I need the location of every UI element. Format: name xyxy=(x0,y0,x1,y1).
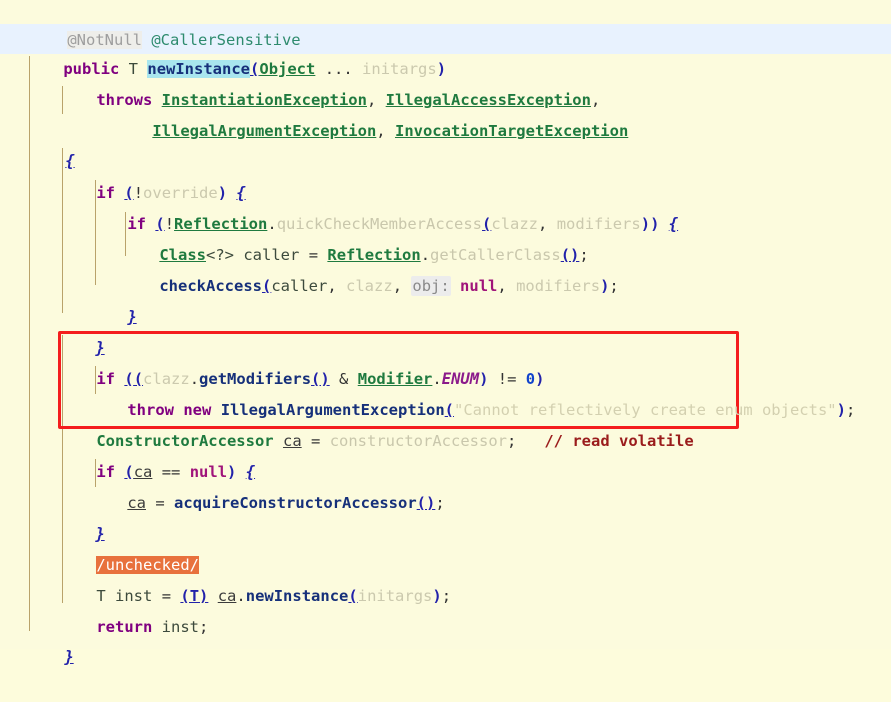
caller-identifier: caller xyxy=(271,277,328,295)
null-keyword: null xyxy=(460,277,498,295)
assign-operator: = xyxy=(311,432,321,450)
obj-parameter-hint: obj: xyxy=(411,276,451,296)
code-line-acquire-accessor[interactable]: ca = acquireConstructorAccessor(); xyxy=(90,458,444,512)
new-instance-method[interactable]: newInstance xyxy=(246,587,349,605)
semicolon: ; xyxy=(609,277,619,295)
ca-identifier: ca xyxy=(217,587,237,605)
ca-identifier: ca xyxy=(282,432,302,450)
close-paren: ) xyxy=(836,401,846,419)
comma: , xyxy=(327,277,337,295)
close-paren: ) xyxy=(640,215,651,233)
return-keyword: return xyxy=(96,618,153,636)
comma: , xyxy=(376,122,386,140)
comma: , xyxy=(497,277,507,295)
code-line-unchecked-marker[interactable]: /unchecked/ xyxy=(59,520,199,574)
constructor-accessor-field: constructorAccessor xyxy=(329,432,507,450)
semicolon: ; xyxy=(845,401,856,419)
code-line-close-brace-ca[interactable]: } xyxy=(58,489,104,543)
acquire-constructor-accessor-method[interactable]: acquireConstructorAccessor xyxy=(174,494,417,512)
code-line-ctor-accessor-assign[interactable]: ConstructorAccessor ca = constructorAcce… xyxy=(59,396,693,450)
close-brace: } xyxy=(127,308,137,326)
clazz-identifier: clazz xyxy=(346,277,393,295)
code-line-inst-assign[interactable]: T inst = (T) ca.newInstance(initargs); xyxy=(59,551,451,605)
open-paren: ( xyxy=(261,277,272,295)
check-access-method[interactable]: checkAccess xyxy=(159,277,262,295)
code-line-method-close-brace[interactable]: } xyxy=(27,612,73,666)
close-paren: ) xyxy=(650,215,660,233)
code-line-inner-close-brace[interactable]: } xyxy=(90,272,136,326)
initargs-identifier: initargs xyxy=(357,587,433,605)
code-line-caller-assign[interactable]: Class<?> caller = Reflection.getCallerCl… xyxy=(122,210,588,264)
code-line-signature[interactable]: public T newInstance(Object ... initargs… xyxy=(26,24,446,78)
assign-operator: = xyxy=(155,494,165,512)
code-line-throws-2[interactable]: IllegalArgumentException, InvocationTarg… xyxy=(115,86,628,140)
code-line-if-enum-check[interactable]: if ((clazz.getModifiers() & Modifier.ENU… xyxy=(59,334,544,388)
code-line-check-access[interactable]: checkAccess(caller, clazz, obj: null, mo… xyxy=(122,241,619,296)
code-line-if-quickcheck[interactable]: if (!Reflection.quickCheckMemberAccess(c… xyxy=(90,179,678,233)
code-line-annotations[interactable]: @NotNull @CallerSensitive xyxy=(30,0,301,49)
code-line-method-open-brace[interactable]: { xyxy=(28,116,74,170)
exception-invocation-target[interactable]: InvocationTargetException xyxy=(395,122,628,140)
code-line-outer-close-brace[interactable]: } xyxy=(58,303,104,357)
code-line-return[interactable]: return inst; xyxy=(59,582,208,636)
empty-args: () xyxy=(416,494,436,512)
code-line-if-override[interactable]: if (!override) { xyxy=(59,148,245,202)
semicolon: ; xyxy=(441,587,452,605)
code-line-throw-enum[interactable]: throw new IllegalArgumentException("Cann… xyxy=(90,365,855,419)
code-line-if-ca-null[interactable]: if (ca == null) { xyxy=(59,427,255,481)
close-paren: ) xyxy=(600,277,610,295)
modifiers-identifier: modifiers xyxy=(516,277,601,295)
exception-illegal-argument[interactable]: IllegalArgumentException xyxy=(152,122,376,140)
ca-identifier: ca xyxy=(127,494,146,512)
semicolon: ; xyxy=(507,432,517,450)
read-volatile-comment: // read volatile xyxy=(544,432,694,450)
open-brace: { xyxy=(668,215,679,233)
semicolon: ; xyxy=(435,494,445,512)
inst-identifier: inst xyxy=(161,618,199,636)
comma: , xyxy=(392,277,403,295)
dot: . xyxy=(236,587,246,605)
close-brace: } xyxy=(64,648,74,666)
open-paren: ( xyxy=(348,587,358,605)
code-editor[interactable]: @NotNull @CallerSensitive public T newIn… xyxy=(0,0,891,666)
semicolon: ; xyxy=(199,618,209,636)
code-line-throws-1[interactable]: throws InstantiationException, IllegalAc… xyxy=(59,55,600,109)
close-paren: ) xyxy=(432,587,442,605)
